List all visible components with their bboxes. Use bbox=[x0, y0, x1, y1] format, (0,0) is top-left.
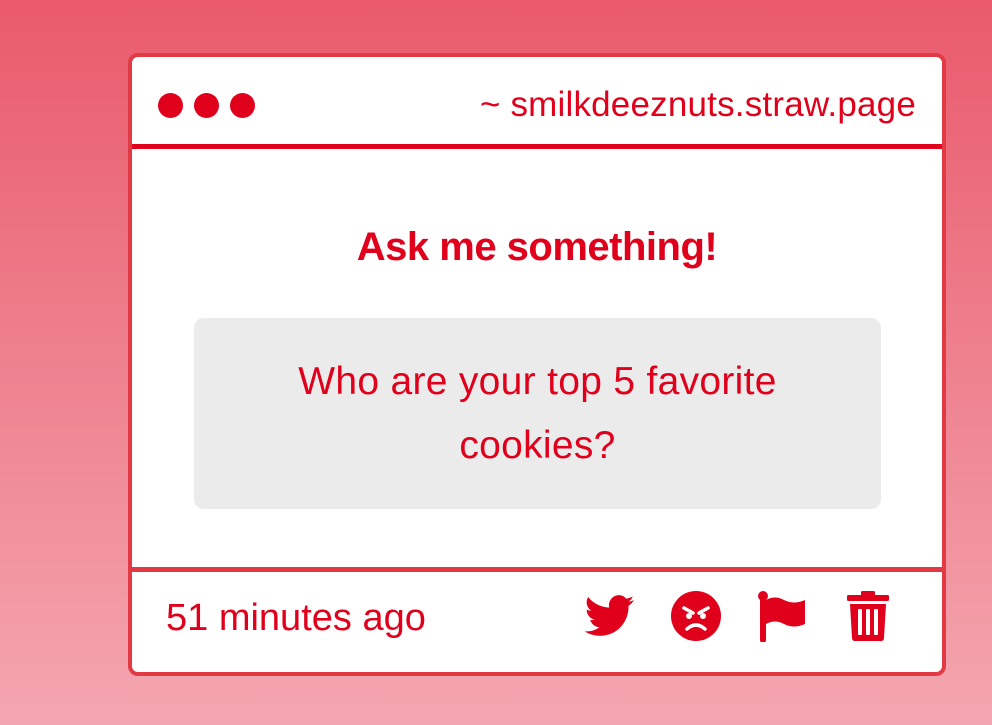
angry-face-icon bbox=[671, 591, 721, 641]
question-box: Who are your top 5 favorite cookies? bbox=[194, 318, 881, 509]
report-button[interactable] bbox=[756, 590, 808, 642]
timestamp: 51 minutes ago bbox=[166, 597, 426, 639]
action-bar bbox=[584, 590, 894, 642]
delete-button[interactable] bbox=[842, 590, 894, 642]
share-twitter-button[interactable] bbox=[584, 590, 636, 642]
window-dot-1 bbox=[158, 93, 183, 118]
twitter-icon bbox=[585, 595, 635, 636]
card-content: Ask me something! Who are your top 5 fav… bbox=[132, 149, 942, 567]
card-footer: 51 minutes ago bbox=[132, 567, 942, 672]
page-title: Ask me something! bbox=[356, 225, 718, 269]
window-dot-2 bbox=[194, 93, 219, 118]
window-dot-3 bbox=[230, 93, 255, 118]
flag-icon bbox=[758, 591, 805, 642]
page-url[interactable]: ~ smilkdeeznuts.straw.page bbox=[480, 85, 916, 125]
question-card: ~ smilkdeeznuts.straw.page Ask me someth… bbox=[128, 53, 946, 676]
window-titlebar: ~ smilkdeeznuts.straw.page bbox=[132, 57, 942, 149]
question-text: Who are your top 5 favorite cookies? bbox=[298, 359, 777, 467]
angry-reaction-button[interactable] bbox=[670, 590, 722, 642]
trash-icon bbox=[847, 591, 889, 641]
window-controls bbox=[158, 93, 255, 118]
